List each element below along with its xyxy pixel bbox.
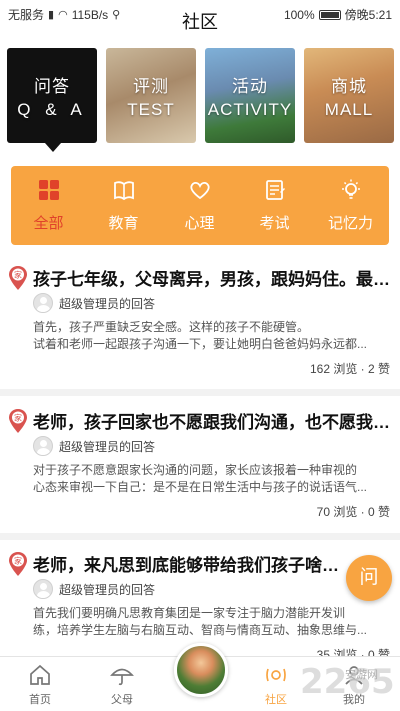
post-excerpt: 首先我们要明确凡思教育集团是一家专注于脑力潜能开发训 练，培养学生左脑与右脑互动…	[33, 605, 391, 639]
post-item[interactable]: 家 老师，来凡思到底能够带给我们孩子啥能力提升? 超级管理员的回答 首先我们要明…	[0, 551, 400, 662]
tile-activity-en: ACTIVITY	[207, 100, 293, 119]
tile-mall-cn: 商城	[331, 77, 367, 96]
post-badge-text: 家	[14, 413, 22, 423]
subnav-psychology-label: 心理	[184, 215, 215, 232]
post-author: 超级管理员的回答	[59, 582, 156, 597]
avatar	[33, 436, 53, 456]
post-item[interactable]: 家 孩子七年级，父母离异，男孩，跟妈妈住。最近... 超级管理员的回答 首先，孩…	[0, 265, 400, 385]
nav-home[interactable]: 首页	[10, 663, 70, 707]
location-pin-icon: 家	[9, 266, 27, 290]
subcategory-bar: 全部 教育 心理 考试 记忆力	[11, 166, 389, 245]
grid-icon	[38, 180, 59, 200]
post-stats: 162 浏览 · 2 赞	[309, 362, 390, 376]
tile-mall[interactable]: 商城 MALL	[304, 48, 394, 143]
avatar	[33, 579, 53, 599]
post-item[interactable]: 家 老师，孩子回家也不愿跟我们沟通，也不愿我们... 超级管理员的回答 对于孩子…	[0, 408, 400, 528]
tile-qa-cn: 问答	[34, 77, 70, 96]
post-author-row: 超级管理员的回答	[33, 436, 155, 456]
tile-mall-en: MALL	[324, 100, 374, 119]
post-excerpt: 对于孩子不愿意跟家长沟通的问题，家长应该报着一种审视的 心态来审视一下自己：是不…	[33, 462, 391, 496]
post-excerpt-line: 首先我们要明确凡思教育集团是一家专注于脑力潜能开发训	[33, 606, 346, 620]
post-stats: 70 浏览 · 0 赞	[316, 505, 390, 519]
lightbulb-icon	[341, 179, 360, 199]
post-excerpt: 首先，孩子严重缺乏安全感。这样的孩子不能硬管。 试着和老师一起跟孩子沟通一下，要…	[33, 319, 391, 353]
post-title[interactable]: 孩子七年级，父母离异，男孩，跟妈妈住。最近...	[33, 265, 391, 290]
divider	[0, 533, 400, 540]
tile-test[interactable]: 评测 TEST	[106, 48, 196, 143]
tile-test-cn: 评测	[133, 77, 169, 96]
post-author: 超级管理员的回答	[59, 296, 156, 311]
avatar	[33, 293, 53, 313]
subnav-psychology[interactable]: 心理	[162, 166, 237, 245]
category-tiles: 问答 Q & A 评测 TEST 活动 ACTIVITY 商城 MALL	[7, 48, 394, 143]
location-pin-icon: 家	[9, 552, 27, 576]
post-badge-text: 家	[14, 556, 22, 566]
nav-parents[interactable]: 父母	[92, 663, 152, 707]
nav-parents-label: 父母	[111, 694, 133, 706]
community-center-avatar[interactable]	[174, 643, 228, 697]
tile-qa[interactable]: 问答 Q & A	[7, 48, 97, 143]
subnav-exam[interactable]: 考试	[237, 166, 312, 245]
subnav-memory[interactable]: 记忆力	[313, 166, 388, 245]
post-excerpt-line: 心态来审视一下自己：是不是在日常生活中与孩子的说话语气...	[33, 480, 368, 494]
post-title[interactable]: 老师，孩子回家也不愿跟我们沟通，也不愿我们...	[33, 408, 391, 433]
post-badge-text: 家	[14, 270, 22, 280]
post-author-row: 超级管理员的回答	[33, 579, 155, 599]
post-author: 超级管理员的回答	[59, 439, 156, 454]
subnav-all-label: 全部	[33, 215, 64, 232]
tile-qa-en: Q & A	[17, 100, 87, 119]
community-icon	[266, 668, 286, 682]
umbrella-icon	[110, 668, 134, 686]
divider	[0, 389, 400, 396]
subnav-education-label: 教育	[108, 215, 139, 232]
page-title: 社区	[182, 12, 218, 32]
home-icon	[30, 664, 50, 685]
post-author-row: 超级管理员的回答	[33, 293, 155, 313]
ask-question-button[interactable]: 问	[346, 555, 392, 601]
location-pin-icon: 家	[9, 409, 27, 433]
post-excerpt-line: 对于孩子不愿意跟家长沟通的问题，家长应该报着一种审视的	[33, 463, 358, 477]
subnav-education[interactable]: 教育	[86, 166, 161, 245]
post-excerpt-line: 练，培养学生左脑与右脑互动、智商与情商互动、抽象思维与...	[33, 623, 368, 637]
tile-activity-cn: 活动	[232, 77, 268, 96]
post-excerpt-line: 首先，孩子严重缺乏安全感。这样的孩子不能硬管。	[33, 320, 310, 334]
post-excerpt-line: 试着和老师一起跟孩子沟通一下，要让她明白爸爸妈妈永远都...	[33, 337, 368, 351]
subnav-memory-label: 记忆力	[327, 215, 373, 232]
tile-activity[interactable]: 活动 ACTIVITY	[205, 48, 295, 143]
subnav-exam-label: 考试	[259, 215, 290, 232]
nav-home-label: 首页	[29, 694, 51, 706]
selected-tile-caret	[45, 143, 61, 152]
heart-icon	[189, 181, 210, 200]
nav-community-label: 社区	[265, 694, 287, 706]
tile-test-en: TEST	[127, 100, 175, 119]
subnav-all[interactable]: 全部	[11, 166, 86, 245]
watermark-subtext: 安游网	[345, 669, 378, 681]
post-title[interactable]: 老师，来凡思到底能够带给我们孩子啥能力提升?	[33, 551, 343, 576]
exam-icon	[265, 180, 285, 200]
book-icon	[113, 181, 134, 201]
nav-community[interactable]: 社区	[246, 663, 306, 707]
